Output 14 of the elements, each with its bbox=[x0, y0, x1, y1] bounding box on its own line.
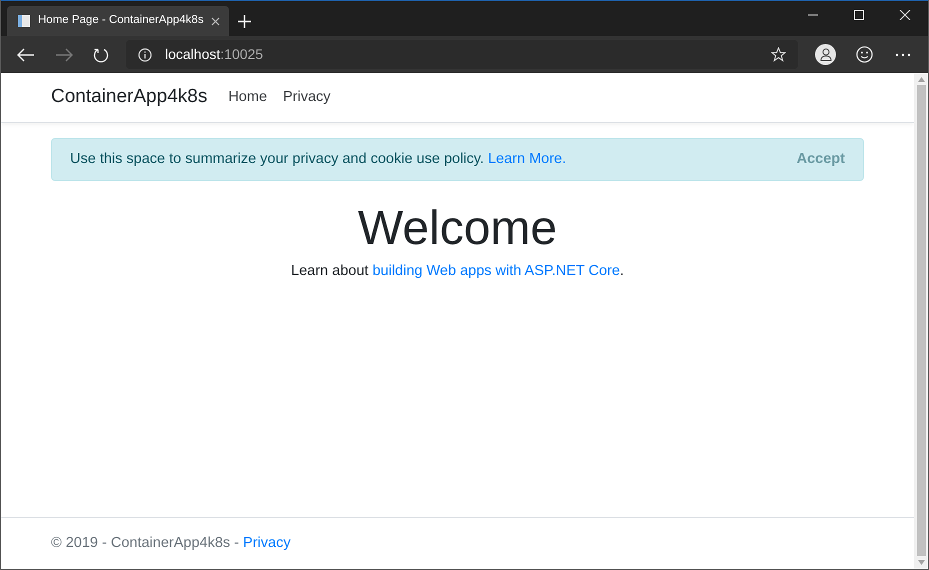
intro-text: Learn about building Web apps with ASP.NET Core. bbox=[290, 262, 625, 281]
browser-tab[interactable]: Home Page - ContainerApp4k8s bbox=[7, 6, 229, 36]
welcome-heading: Welcome bbox=[356, 201, 558, 257]
url-port: :10025 bbox=[220, 45, 264, 64]
nav-link[interactable]: Privacy bbox=[283, 86, 331, 108]
tab-title: Home Page - ContainerApp4k8s bbox=[38, 13, 204, 28]
privacy-link[interactable]: Privacy bbox=[243, 532, 291, 554]
url-host: localhost bbox=[165, 45, 220, 64]
alert-message: Use this space to summarize your privacy and cookie use policy. bbox=[70, 150, 484, 169]
footer-text: © 2019 - ContainerApp4k8s - bbox=[51, 534, 240, 553]
brand-link[interactable]: ContainerApp4k8s bbox=[51, 83, 208, 112]
address-bar[interactable]: localhost:10025 bbox=[126, 40, 798, 69]
nav-link[interactable]: Home bbox=[228, 86, 268, 108]
docs-link[interactable]: building Web apps with ASP.NET Core bbox=[372, 263, 620, 279]
